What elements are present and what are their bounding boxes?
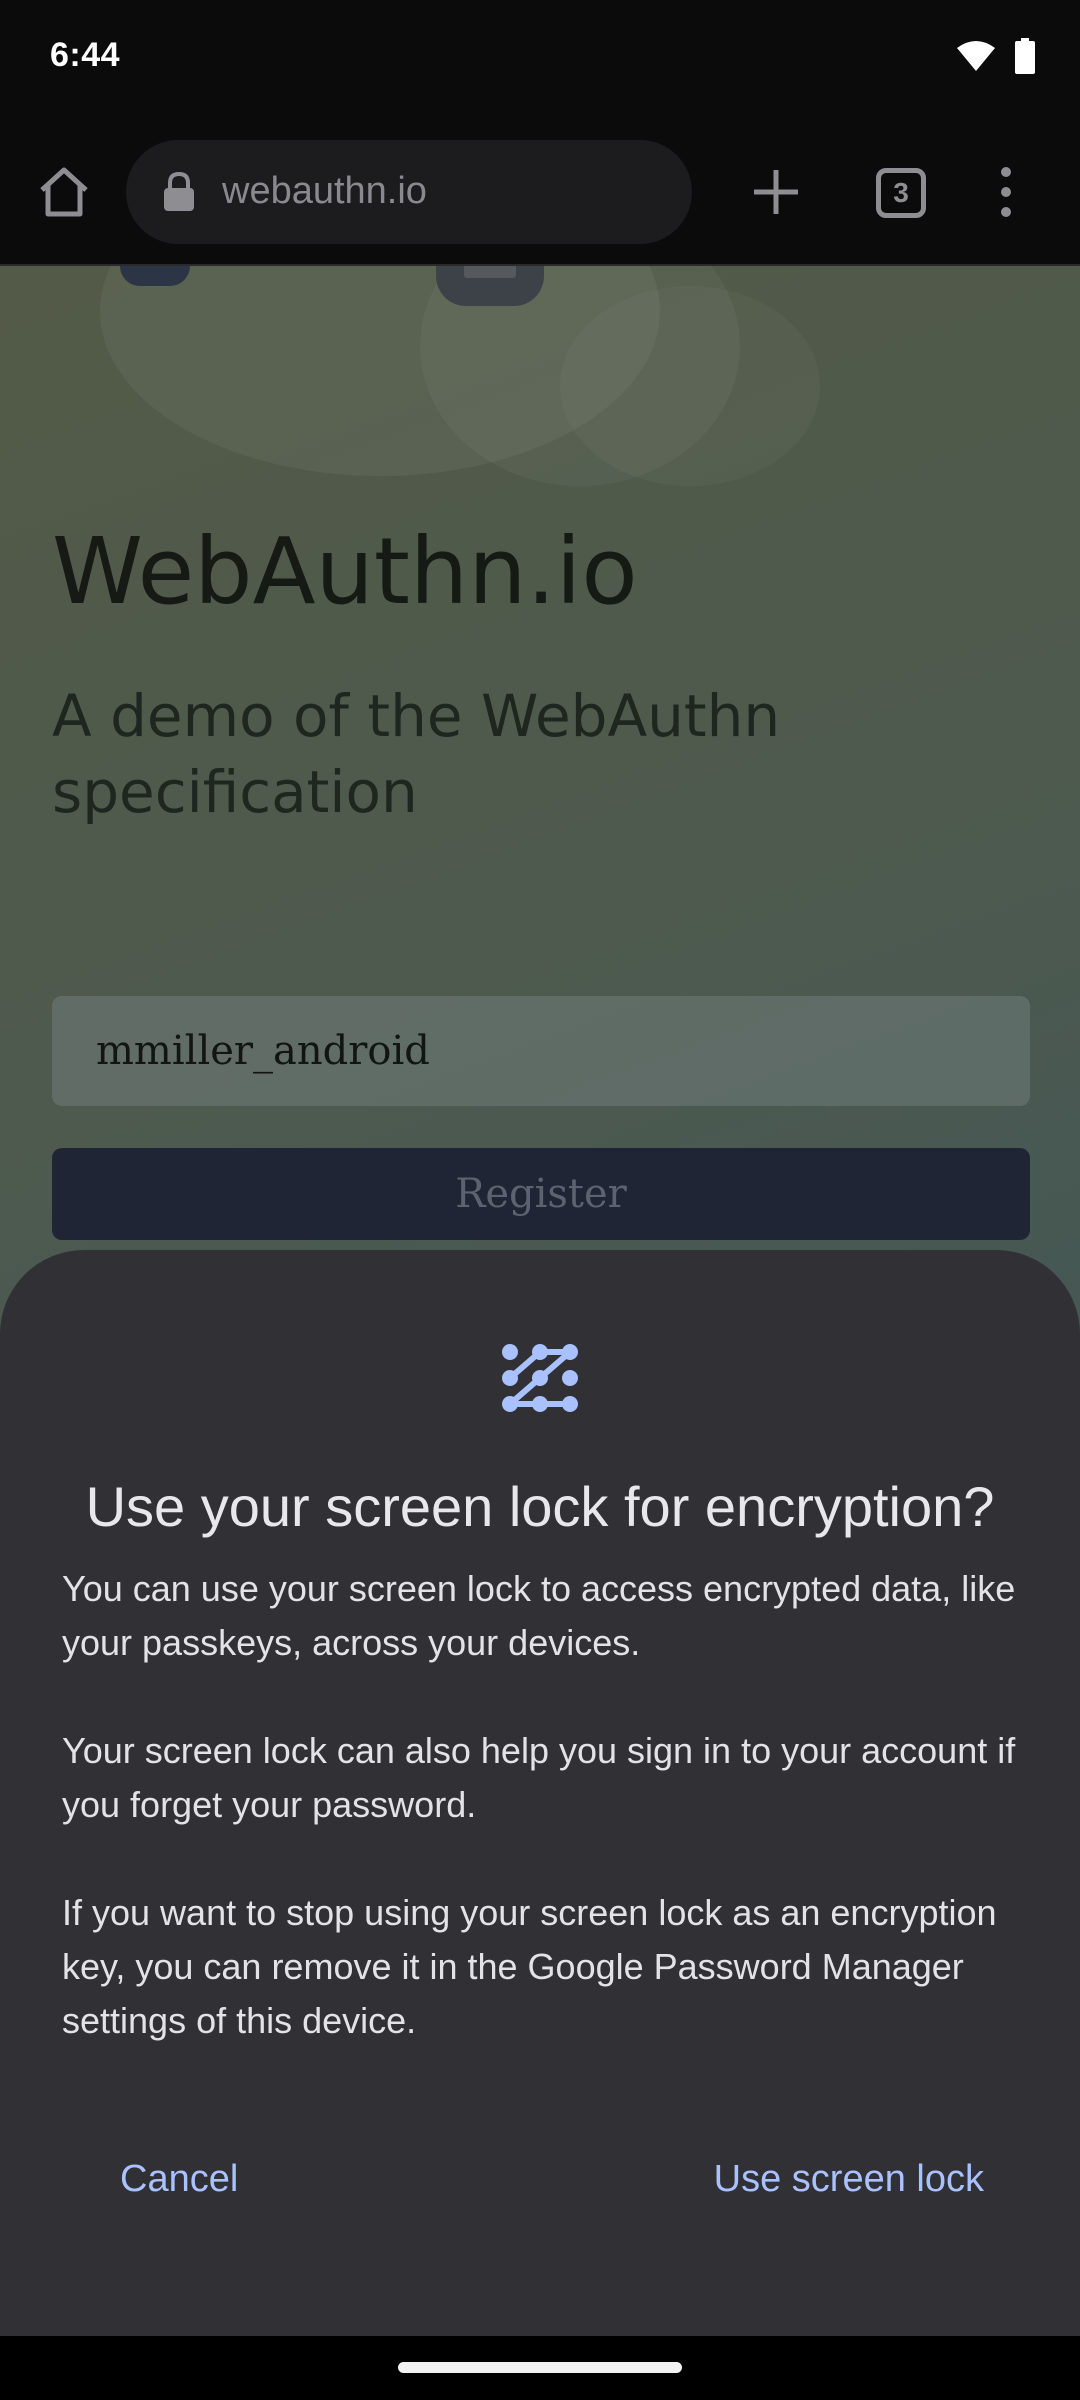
navigation-bar <box>0 2336 1080 2400</box>
page-subtitle: A demo of the WebAuthn specification <box>52 682 781 826</box>
use-screen-lock-button[interactable]: Use screen lock <box>714 2158 984 2201</box>
page-title: WebAuthn.io <box>52 518 638 625</box>
dialog-paragraph: You can use your screen lock to access e… <box>62 1568 1016 1663</box>
more-vert-icon <box>1001 167 1011 217</box>
home-button[interactable] <box>34 162 94 222</box>
dialog-paragraph: Your screen lock can also help you sign … <box>62 1730 1016 1825</box>
decorative-chip <box>436 266 544 306</box>
browser-toolbar: webauthn.io 3 <box>0 118 1080 266</box>
cancel-button[interactable]: Cancel <box>120 2158 238 2201</box>
dialog-paragraph: If you want to stop using your screen lo… <box>62 1892 997 2041</box>
more-options-button[interactable] <box>990 162 1022 222</box>
new-tab-button[interactable] <box>748 164 804 220</box>
decorative-shape <box>120 266 190 286</box>
home-icon <box>40 167 88 217</box>
register-button[interactable]: Register <box>52 1148 1030 1240</box>
gesture-handle[interactable] <box>398 2362 682 2373</box>
status-bar: 6:44 <box>0 0 1080 118</box>
url-text: webauthn.io <box>222 170 427 212</box>
status-icons <box>956 38 1036 79</box>
url-bar[interactable]: webauthn.io <box>126 140 692 244</box>
wifi-icon <box>956 40 996 77</box>
tab-switcher-button[interactable]: 3 <box>876 168 926 218</box>
lock-icon <box>162 171 196 212</box>
status-time: 6:44 <box>50 36 121 74</box>
pattern-lock-icon <box>500 1342 580 1414</box>
username-input[interactable]: mmiller_android <box>52 996 1030 1106</box>
dialog-title: Use your screen lock for encryption? <box>85 1475 995 1538</box>
battery-icon <box>1014 38 1036 79</box>
screen-lock-dialog: Use your screen lock for encryption? You… <box>0 1250 1080 2336</box>
plus-icon <box>754 170 798 214</box>
decorative-blob <box>560 286 820 486</box>
